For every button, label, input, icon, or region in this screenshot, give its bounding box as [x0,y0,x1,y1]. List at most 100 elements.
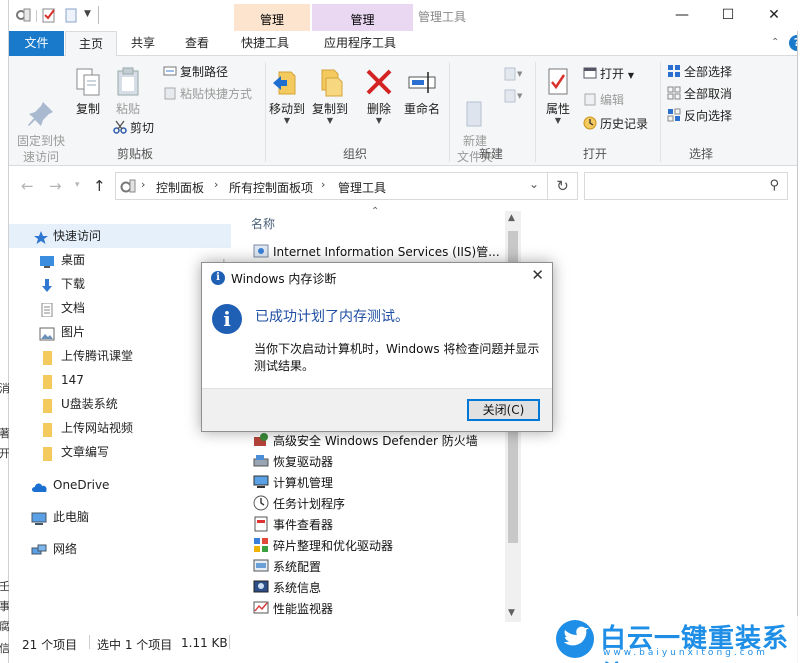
select-all-button[interactable]: 全部选择 [667,62,732,82]
recent-locations-icon[interactable]: ▾ [75,180,80,190]
tab-shortcut-tools[interactable]: 快捷工具 [225,31,305,56]
tab-file[interactable]: 文件 [9,31,64,56]
file-row[interactable]: 高级安全 Windows Defender 防火墙 [253,431,478,452]
rename-button[interactable]: 重命名 [401,66,443,117]
pin-quick-access-button[interactable]: 固定到快 速访问 [13,66,69,165]
tab-app-tools[interactable]: 应用程序工具 [312,31,408,56]
nav-item-downloads[interactable]: 下载 ⊣ [9,272,231,296]
column-header-name[interactable]: 名称 [251,215,275,232]
copy-button[interactable]: 复制 [71,66,105,117]
chevron-up-icon[interactable]: ⌃ [771,36,785,50]
properties-dropdown-icon: ▼ [554,116,562,125]
easy-access-icon[interactable]: ▼ [503,88,523,104]
search-input[interactable]: ⚲ [584,172,788,200]
open-button[interactable]: 打开 ▼ [583,64,634,84]
close-button[interactable]: 关闭(C) [467,399,540,421]
file-name: 高级安全 Windows Defender 防火墙 [273,434,478,448]
nav-network[interactable]: 网络 [9,537,231,561]
maximize-button[interactable]: ☐ [705,0,751,31]
nav-item-folder[interactable]: 147 [9,368,231,392]
edit-button[interactable]: 编辑 [583,90,624,110]
file-row[interactable]: 任务计划程序 [253,494,345,515]
quick-access-separator [36,10,37,22]
nav-item-folder[interactable]: 文章编写 [9,440,231,464]
new-group-label: 新建 [478,147,503,161]
tab-view[interactable]: 查看 [175,31,219,56]
nav-item-documents[interactable]: 文档 ⊣ [9,296,231,320]
nav-item-folder[interactable]: 上传网站视频 [9,416,231,440]
folder-icon [39,373,55,389]
copy-to-button[interactable]: 复制到 ▼ [310,66,350,125]
breadcrumb-control-panel[interactable]: 控制面板 [156,179,204,196]
chevron-down-icon[interactable]: ⌄ [529,177,539,191]
up-arrow-icon[interactable]: ↑ [93,177,106,195]
refresh-icon[interactable]: ↻ [548,172,578,200]
status-selected-count: 选中 1 个项目 [97,638,173,652]
nav-item-desktop[interactable]: 桌面 ⊣ [9,248,231,272]
quick-access-customize-icon[interactable]: ▼ [84,9,91,19]
copy-to-label: 复制到 [311,102,348,116]
nav-item-folder[interactable]: U盘装系统 [9,392,231,416]
open-group-label: 打开 [582,147,607,161]
recovery-drive-icon [253,453,269,469]
file-row[interactable]: 事件查看器 [253,515,333,536]
new-item-icon[interactable]: ▼ [503,66,523,82]
forward-arrow-icon[interactable]: → [49,177,62,195]
event-viewer-icon [253,516,269,532]
paste-shortcut-icon [163,86,177,100]
paste-shortcut-label: 粘贴快捷方式 [180,87,253,101]
properties-button[interactable]: 属性 ▼ [539,66,577,125]
delete-button[interactable]: 删除 ▼ [362,66,396,125]
nav-item-folder[interactable]: 上传腾讯课堂 [9,344,231,368]
nav-label: 桌面 [61,253,86,267]
nav-onedrive[interactable]: OneDrive [9,473,231,497]
address-bar[interactable]: › 控制面板 › 所有控制面板项 › 管理工具 ⌄ [115,172,548,200]
nav-quick-access[interactable]: 快速访问 [9,224,231,248]
status-size: 1.11 KB [181,636,228,650]
scroll-down-icon[interactable]: ▼ [508,608,515,618]
paste-shortcut-button[interactable]: 粘贴快捷方式 [163,84,252,104]
bird-logo-icon [556,620,594,658]
scroll-up-icon[interactable]: ▲ [508,213,515,223]
tab-home[interactable]: 主页 [65,31,117,57]
file-row[interactable]: Internet Information Services (IIS)管... [253,242,500,263]
back-arrow-icon[interactable]: ← [21,177,34,195]
file-row[interactable]: 碎片整理和优化驱动器 [253,536,393,557]
new-folder-quick-icon[interactable] [63,7,79,23]
move-to-icon [271,66,303,98]
dialog-footer: 关闭(C) [202,388,552,431]
paste-button[interactable]: 粘贴 [111,66,145,117]
select-none-button[interactable]: 全部取消 [667,84,732,104]
file-row[interactable]: 计算机管理 [253,473,333,494]
explorer-app-icon[interactable] [15,7,31,23]
breadcrumb-all-items[interactable]: 所有控制面板项 [229,179,313,196]
copy-to-dropdown-icon: ▼ [326,116,334,125]
info-large-icon: i [212,304,242,334]
file-name: 恢复驱动器 [273,455,334,469]
file-row[interactable]: 恢复驱动器 [253,452,333,473]
close-icon[interactable]: ✕ [531,266,544,284]
file-row[interactable]: 性能监视器 [253,599,333,620]
tab-share[interactable]: 共享 [121,31,165,56]
nav-this-pc[interactable]: 此电脑 [9,505,231,529]
move-to-button[interactable]: 移动到 ▼ [267,66,307,125]
file-row[interactable]: 系统信息 [253,578,321,599]
close-window-button[interactable]: ✕ [751,0,797,31]
breadcrumb-admin-tools[interactable]: 管理工具 [338,179,386,196]
nav-label: 快速访问 [53,229,102,243]
cut-button[interactable]: 剪切 [113,118,154,138]
open-dropdown-icon: ▼ [627,71,634,80]
invert-selection-button[interactable]: 反向选择 [667,106,732,126]
minimize-button[interactable]: — [659,0,705,31]
watermark: 白云一键重装系统 www.baiyunxitong.com [553,616,806,663]
nav-label: 上传网站视频 [61,421,134,435]
crumb-separator-icon: › [321,178,326,191]
history-button[interactable]: 历史记录 [583,114,648,134]
copy-path-button[interactable]: 复制路径 [163,62,228,82]
shortcut-icon [253,243,269,259]
properties-check-icon[interactable] [41,7,57,23]
memory-diagnostic-dialog: i Windows 内存诊断 ✕ i 已成功计划了内存测试。 当你下次启动计算机… [201,262,553,432]
nav-item-pictures[interactable]: 图片 ⊣ [9,320,231,344]
file-row[interactable]: 系统配置 [253,557,321,578]
status-item-count: 21 个项目 [22,638,78,652]
